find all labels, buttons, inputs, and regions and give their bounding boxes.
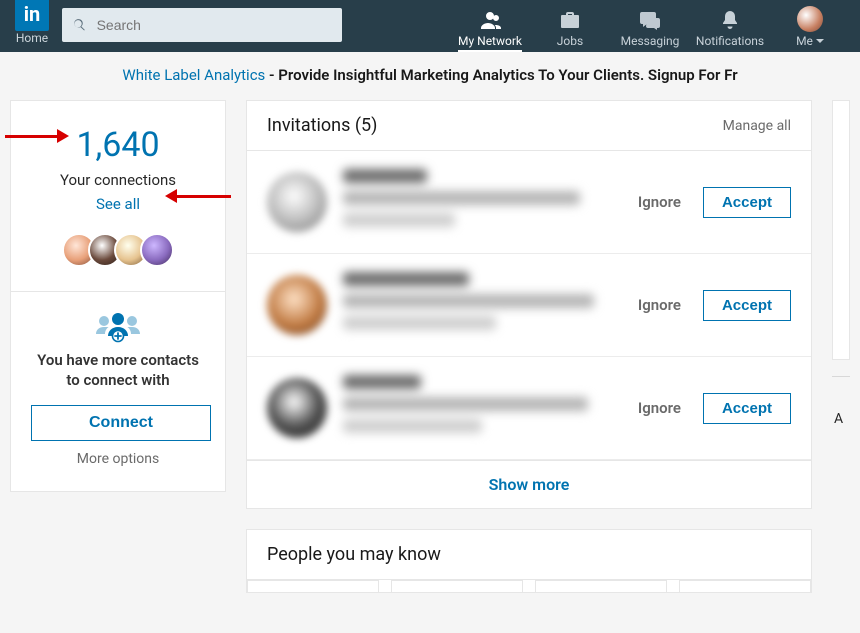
nav-label: Jobs	[557, 34, 583, 48]
nav-label: Messaging	[621, 34, 680, 48]
accept-button[interactable]: Accept	[703, 393, 791, 424]
search-input[interactable]	[95, 16, 332, 34]
nav-jobs[interactable]: Jobs	[530, 8, 610, 52]
promo-banner: White Label Analytics - Provide Insightf…	[0, 52, 860, 100]
invitation-text	[343, 169, 622, 235]
accept-button[interactable]: Accept	[703, 187, 791, 218]
linkedin-logo-icon: in	[15, 0, 49, 31]
promo-text: - Provide Insightful Marketing Analytics…	[265, 66, 737, 84]
messaging-icon	[638, 8, 662, 32]
people-icon	[478, 8, 502, 32]
connections-label: Your connections	[27, 171, 209, 189]
nav-items: My Network Jobs Messaging Notifications …	[450, 0, 850, 52]
invitation-row: Ignore Accept	[247, 151, 811, 254]
invitations-card: Invitations (5) Manage all Ignore Accept	[246, 100, 812, 509]
nav-me[interactable]: Me	[770, 6, 850, 52]
briefcase-icon	[558, 8, 582, 32]
invitation-text	[343, 272, 622, 338]
nav-label: My Network	[458, 34, 522, 48]
search-box[interactable]	[62, 8, 342, 42]
avatar	[797, 6, 823, 32]
connections-card: 1,640 Your connections See all	[10, 100, 226, 492]
top-nav: in Home My Network Jobs Messaging Notifi…	[0, 0, 860, 52]
contacts-block: You have more contacts to connect with C…	[27, 292, 209, 491]
right-letter: A	[832, 411, 850, 427]
nav-label: Me	[796, 34, 813, 48]
nav-notifications[interactable]: Notifications	[690, 8, 770, 52]
chevron-down-icon	[816, 39, 824, 43]
search-icon	[72, 17, 87, 33]
ignore-button[interactable]: Ignore	[638, 193, 681, 211]
nav-home-label: Home	[16, 31, 48, 45]
avatar	[267, 275, 327, 335]
ignore-button[interactable]: Ignore	[638, 296, 681, 314]
right-rail: A	[832, 100, 850, 593]
invitation-row: Ignore Accept	[247, 254, 811, 357]
pymk-title: People you may know	[247, 530, 811, 580]
more-options-link[interactable]: More options	[31, 451, 205, 467]
nav-my-network[interactable]: My Network	[450, 8, 530, 52]
show-more-link[interactable]: Show more	[247, 460, 811, 508]
nav-home[interactable]: in Home	[10, 7, 54, 45]
ignore-button[interactable]: Ignore	[638, 399, 681, 417]
nav-messaging[interactable]: Messaging	[610, 8, 690, 52]
see-all-link[interactable]: See all	[96, 195, 140, 213]
invitation-row: Ignore Accept	[247, 357, 811, 460]
accept-button[interactable]: Accept	[703, 290, 791, 321]
connections-avatars	[27, 233, 209, 267]
connect-button[interactable]: Connect	[31, 405, 211, 441]
invitations-title: Invitations (5)	[267, 115, 377, 136]
bell-icon	[718, 8, 742, 32]
nav-label: Notifications	[696, 34, 764, 48]
promo-brand-link[interactable]: White Label Analytics	[122, 66, 265, 84]
avatar	[267, 378, 327, 438]
pymk-card: People you may know	[246, 529, 812, 593]
avatar	[267, 172, 327, 232]
add-contacts-icon	[94, 310, 142, 344]
contacts-headline: You have more contacts to connect with	[31, 350, 205, 391]
invitation-text	[343, 375, 622, 441]
manage-all-link[interactable]: Manage all	[723, 118, 791, 134]
